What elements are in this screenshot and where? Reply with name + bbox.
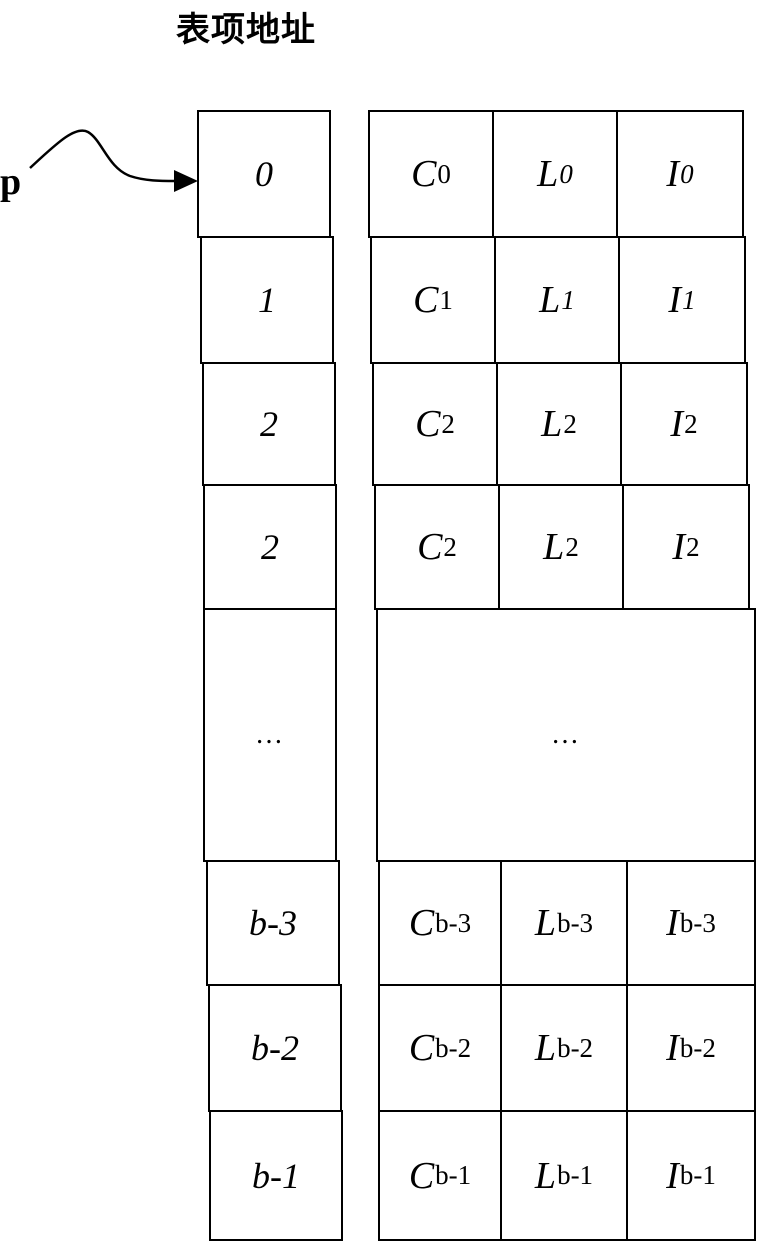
- entry-cell-i: I2: [620, 362, 748, 486]
- address-label: 1: [258, 280, 276, 320]
- entry-field-name: I: [670, 403, 684, 445]
- pointer-arrow-curve: [29, 129, 177, 183]
- entry-cell-c: Cb-2: [378, 984, 502, 1112]
- entry-field-index: 0: [559, 158, 573, 189]
- entry-field-index: b-3: [679, 907, 716, 938]
- address-cell: 0: [197, 110, 331, 238]
- entry-cell-l: L1: [494, 236, 620, 364]
- entry-field-index: b-1: [679, 1160, 716, 1190]
- entry-cell-i: I1: [618, 236, 746, 364]
- entry-field-name: L: [534, 1154, 557, 1197]
- entry-field-name: I: [666, 1154, 679, 1197]
- pointer-arrow-head: [174, 170, 198, 192]
- address-cell: 2: [202, 362, 336, 486]
- address-label: 0: [255, 154, 273, 194]
- entry-field-name: L: [543, 526, 565, 568]
- address-label: 2: [261, 527, 279, 567]
- address-cell: b-2: [208, 984, 342, 1112]
- entry-field-name: L: [541, 403, 563, 445]
- address-cell: b-1: [209, 1110, 343, 1241]
- entry-field-index: 1: [561, 284, 575, 315]
- pointer-label: p: [0, 161, 22, 203]
- entry-cell-c: Cb-1: [378, 1110, 502, 1241]
- entry-field-name: I: [666, 902, 679, 944]
- entry-cell-c: C2: [372, 362, 498, 486]
- entry-field-name: I: [668, 279, 682, 321]
- entry-field-name: C: [411, 153, 437, 195]
- entry-field-index: 2: [565, 531, 579, 562]
- entry-field-index: 1: [682, 284, 696, 315]
- ellipsis-label: …: [551, 719, 581, 750]
- address-cell: 1: [200, 236, 334, 364]
- entry-cell-i: Ib-3: [626, 860, 756, 986]
- entry-cell-c: C2: [374, 484, 500, 610]
- entry-cell-l: Lb-1: [500, 1110, 628, 1241]
- address-label: 2: [260, 404, 278, 444]
- diagram-title: 表项地址: [176, 10, 316, 50]
- entry-field-name: L: [537, 153, 559, 195]
- entry-field-index: 2: [441, 408, 455, 439]
- entry-field-index: b-2: [557, 1032, 594, 1063]
- entry-field-index: b-1: [557, 1160, 594, 1190]
- entry-cell-l: L2: [496, 362, 622, 486]
- entry-cell-l: Lb-3: [500, 860, 628, 986]
- address-label: …: [255, 719, 285, 750]
- entry-field-name: C: [417, 526, 443, 568]
- entry-cell-l: L0: [492, 110, 618, 238]
- entry-cell-c: C1: [370, 236, 496, 364]
- entry-field-name: L: [534, 902, 557, 944]
- entry-field-name: C: [408, 902, 435, 944]
- entry-field-index: 2: [443, 531, 457, 562]
- entry-field-name: C: [408, 1027, 435, 1069]
- address-label: b-1: [252, 1155, 300, 1196]
- entry-field-index: b-2: [679, 1032, 716, 1063]
- entry-field-index: b-3: [435, 907, 472, 938]
- entry-cell-c: Cb-3: [378, 860, 502, 986]
- entry-field-index: b-1: [435, 1160, 472, 1190]
- entry-field-index: 0: [437, 158, 451, 189]
- entry-cell-i: Ib-1: [626, 1110, 756, 1241]
- entry-field-name: C: [408, 1154, 435, 1197]
- entry-cell-l: L2: [498, 484, 624, 610]
- address-label: b-3: [249, 903, 297, 943]
- entry-field-name: C: [415, 403, 441, 445]
- entry-field-index: 0: [680, 158, 694, 189]
- entry-field-name: L: [539, 279, 561, 321]
- entry-cell-l: Lb-2: [500, 984, 628, 1112]
- address-cell: …: [203, 608, 337, 862]
- address-label: b-2: [251, 1028, 299, 1068]
- address-cell: b-3: [206, 860, 340, 986]
- entry-field-index: 2: [563, 408, 577, 439]
- entry-ellipsis-cell: …: [376, 608, 756, 862]
- address-cell: 2: [203, 484, 337, 610]
- entry-cell-i: Ib-2: [626, 984, 756, 1112]
- entry-field-name: L: [534, 1027, 557, 1069]
- entry-field-index: 1: [439, 284, 453, 315]
- entry-field-name: I: [672, 526, 686, 568]
- entry-field-name: I: [666, 1027, 679, 1069]
- entry-field-name: I: [666, 153, 680, 195]
- entry-field-index: b-3: [557, 907, 594, 938]
- entry-field-index: 2: [684, 408, 698, 439]
- entry-cell-i: I2: [622, 484, 750, 610]
- entry-field-index: b-2: [435, 1032, 472, 1063]
- entry-field-name: C: [413, 279, 439, 321]
- entry-cell-c: C0: [368, 110, 494, 238]
- entry-cell-i: I0: [616, 110, 744, 238]
- entry-field-index: 2: [686, 531, 700, 562]
